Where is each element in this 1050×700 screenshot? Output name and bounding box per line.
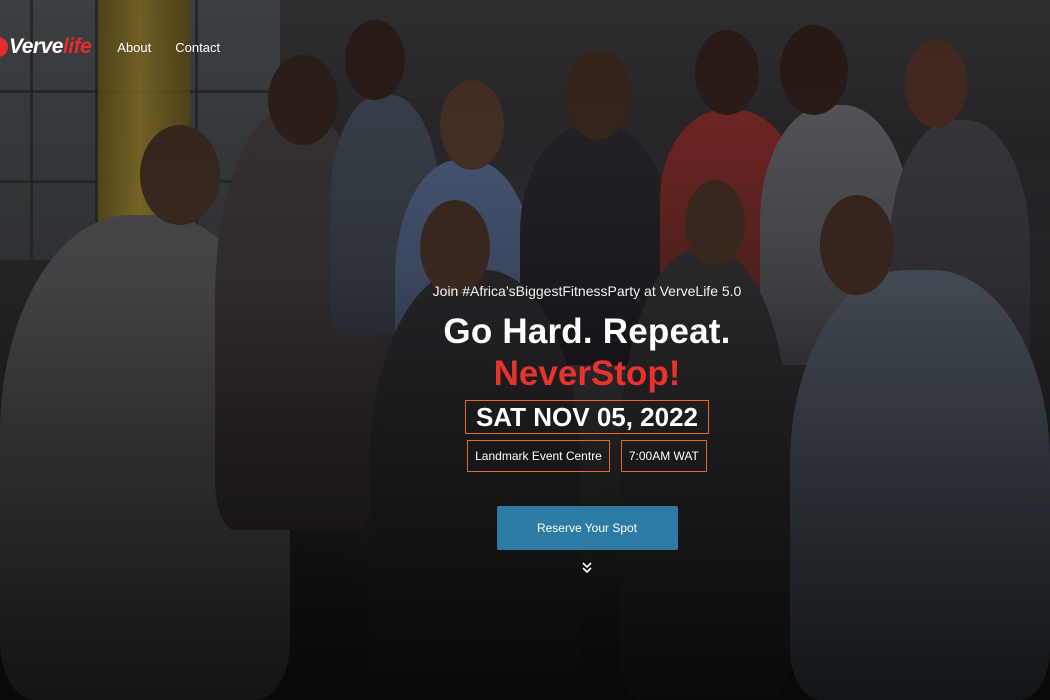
logo-mark-icon <box>0 37 8 57</box>
logo-text-verve: Verve <box>9 35 63 58</box>
reserve-spot-button[interactable]: Reserve Your Spot <box>496 506 678 550</box>
nav-link-contact[interactable]: Contact <box>175 40 220 55</box>
hero-content: Join #Africa’sBiggestFitnessParty at Ver… <box>372 283 802 576</box>
event-time: 7:00AM WAT <box>620 440 707 472</box>
event-date: SAT NOV 05, 2022 <box>464 400 710 434</box>
brand-logo[interactable]: Verve life <box>0 35 92 59</box>
event-details: Landmark Event Centre 7:00AM WAT <box>372 440 802 472</box>
logo-text-life: life <box>62 35 92 58</box>
hero-highlight: NeverStop! <box>493 354 681 393</box>
event-venue: Landmark Event Centre <box>467 440 610 472</box>
chevron-double-down-icon[interactable] <box>580 560 594 576</box>
event-tagline: Join #Africa’sBiggestFitnessParty at Ver… <box>432 283 742 299</box>
nav-link-about[interactable]: About <box>117 40 151 55</box>
hero-headline: Go Hard. Repeat. <box>443 312 731 351</box>
top-navigation: Verve life About Contact <box>0 30 220 64</box>
